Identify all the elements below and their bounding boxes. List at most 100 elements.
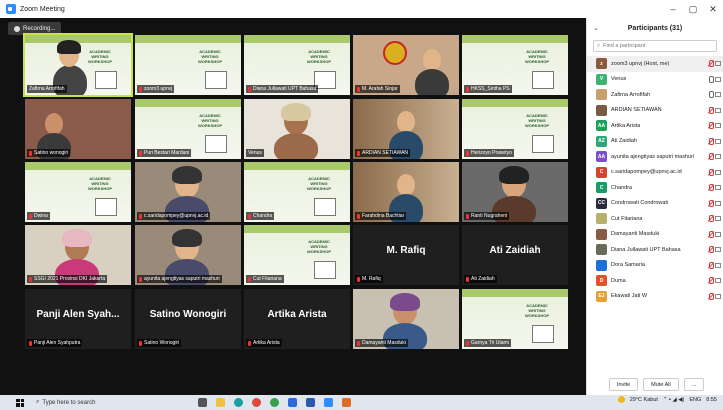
- participant-row[interactable]: z zoom3 upnvj (Host, me): [587, 56, 723, 72]
- participant-name-label: Farahdina Bachtiar: [355, 212, 407, 220]
- file-explorer-icon[interactable]: [216, 398, 225, 407]
- edge-icon[interactable]: [234, 398, 243, 407]
- language-indicator[interactable]: ENG: [689, 397, 701, 403]
- video-tile[interactable]: SSGI 2021 Provinsi DKI Jakarta: [25, 225, 131, 285]
- video-tile[interactable]: ARDIAN SETIAWAN: [353, 99, 459, 159]
- participant-row[interactable]: C Chandra: [587, 180, 723, 196]
- recording-indicator[interactable]: Recording...: [8, 22, 62, 35]
- participant-row[interactable]: Diana Jullawati UPT Bahasa: [587, 242, 723, 258]
- participant-name-label: Herizoyo Prasetyo: [464, 149, 514, 157]
- muted-mic-icon[interactable]: [708, 199, 714, 207]
- recording-icon: [14, 25, 20, 32]
- video-tile[interactable]: Satino Wonogiri Satino Wonogiri: [135, 289, 241, 349]
- chrome-icon-2[interactable]: [270, 398, 279, 407]
- muted-mic-icon[interactable]: [708, 122, 714, 129]
- taskbar-search[interactable]: ⌕ Type here to search: [36, 397, 176, 408]
- mic-icon[interactable]: [708, 91, 714, 98]
- video-tile[interactable]: Ranti Nugraheni: [462, 162, 568, 222]
- video-tile[interactable]: Venus: [244, 99, 350, 159]
- participant-row[interactable]: EJ Ekawati Jati W: [587, 289, 723, 305]
- minimize-button[interactable]: –: [663, 0, 683, 18]
- participant-row[interactable]: AA ayunita ajengtiyas saputri mashuri: [587, 149, 723, 165]
- participant-status-icons: [708, 60, 721, 67]
- muted-mic-icon: [248, 340, 251, 346]
- video-tile[interactable]: Damayanti Masduki: [353, 289, 459, 349]
- task-view-icon[interactable]: [198, 398, 207, 407]
- participant-row[interactable]: Zafirna Arrofifah: [587, 87, 723, 103]
- muted-mic-icon[interactable]: [708, 168, 714, 176]
- participant-name: Condrowati Condrowati: [611, 200, 669, 207]
- muted-mic-icon[interactable]: [708, 184, 714, 191]
- participant-row[interactable]: Cut Fitariana: [587, 211, 723, 227]
- muted-mic-icon[interactable]: [708, 261, 714, 269]
- participant-name-label: Chandra: [246, 212, 275, 220]
- avatar: V: [596, 73, 607, 85]
- participant-row[interactable]: ARDIAN SETIAWAN: [587, 103, 723, 119]
- video-tile[interactable]: Panji Alen Syah... Panji Alen Syahputra: [25, 289, 131, 349]
- video-tile[interactable]: Farahdina Bachtiar: [353, 162, 459, 222]
- video-tile[interactable]: Satino wonogiri: [25, 99, 131, 159]
- participant-row[interactable]: V Venus: [587, 72, 723, 88]
- video-tile[interactable]: Ati Zaidiah Ati Zaidiah: [462, 225, 568, 285]
- video-tile[interactable]: ACADEMIC WRITING WORKSHOP Chandra: [244, 162, 350, 222]
- muted-mic-icon[interactable]: [708, 292, 714, 300]
- weather-text[interactable]: 29°C Kabut: [630, 397, 658, 403]
- zoom-icon[interactable]: [324, 398, 333, 407]
- muted-mic-icon[interactable]: [708, 215, 714, 222]
- zoom-logo-icon: [6, 4, 16, 14]
- mic-icon[interactable]: [708, 75, 714, 83]
- muted-mic-icon[interactable]: [708, 137, 714, 145]
- participant-row[interactable]: Damayanti Masduki: [587, 227, 723, 243]
- participant-name-label: Puri Bestari Mardani: [137, 149, 192, 157]
- word-icon[interactable]: [306, 398, 315, 407]
- search-icon: ⌕: [36, 399, 40, 405]
- muted-mic-icon: [29, 276, 32, 282]
- video-tile[interactable]: ACADEMIC WRITING WORKSHOP Zafirna Arrofifah: [23, 33, 133, 97]
- participant-name-label: Cut Fitariana: [246, 275, 284, 283]
- video-tile[interactable]: ACADEMIC WRITING WORKSHOP Puri Bestari Mard…: [135, 99, 241, 159]
- video-tile[interactable]: ayunita ajengtiyas saputri mashuri: [135, 225, 241, 285]
- participant-name-label: Ranti Nugraheni: [464, 212, 510, 220]
- video-tile[interactable]: c.saridapompey@upnvj.ac.id: [135, 162, 241, 222]
- muted-mic-icon[interactable]: [708, 60, 714, 67]
- slide-title: ACADEMIC WRITING WORKSHOP: [525, 303, 549, 318]
- muted-mic-icon[interactable]: [708, 106, 714, 114]
- video-tile[interactable]: ACADEMIC WRITING WORKSHOP HKSS_Sintha PS: [462, 35, 568, 95]
- video-tile[interactable]: M. Arafah Sinjar: [353, 35, 459, 95]
- clock[interactable]: 8:55: [706, 397, 717, 403]
- invite-button[interactable]: Invite: [609, 378, 639, 391]
- powerpoint-icon[interactable]: [342, 398, 351, 407]
- participant-row[interactable]: CC Condrowati Condrowati: [587, 196, 723, 212]
- avatar: [596, 244, 607, 256]
- windows-start-icon[interactable]: [16, 398, 24, 407]
- participant-status-icons: [708, 137, 721, 145]
- muted-mic-icon[interactable]: [708, 153, 714, 160]
- participant-row[interactable]: AZ Ati Zaidiah: [587, 134, 723, 150]
- maximize-button[interactable]: ▢: [683, 0, 703, 18]
- muted-mic-icon[interactable]: [708, 246, 714, 253]
- video-tile[interactable]: ACADEMIC WRITING WORKSHOP Dwina: [25, 162, 131, 222]
- participant-row[interactable]: Dora Samaria: [587, 258, 723, 274]
- chrome-icon[interactable]: [252, 398, 261, 407]
- participant-row[interactable]: AA Artika Arista: [587, 118, 723, 134]
- video-tile[interactable]: ACADEMIC WRITING WORKSHOP Diana Jullawati U…: [244, 35, 350, 95]
- close-button[interactable]: ✕: [703, 0, 723, 18]
- chevron-down-icon[interactable]: ⌄: [593, 24, 599, 32]
- mute-all-button[interactable]: Mute All: [643, 378, 679, 391]
- muted-mic-icon[interactable]: [708, 277, 714, 284]
- participant-search-input[interactable]: [603, 43, 704, 49]
- video-tile[interactable]: Artika Arista Artika Arista: [244, 289, 350, 349]
- participant-row[interactable]: D Duma: [587, 273, 723, 289]
- more-button[interactable]: ...: [683, 378, 705, 391]
- video-tile[interactable]: M. Rafiq M. Rafiq: [353, 225, 459, 285]
- tray-icons[interactable]: ⌃ ▪ ◢ ◀): [663, 397, 684, 403]
- video-tile[interactable]: ACADEMIC WRITING WORKSHOP Cut Fitariana: [244, 225, 350, 285]
- muted-mic-icon[interactable]: [708, 230, 714, 238]
- participant-search[interactable]: ⌕: [593, 40, 717, 52]
- video-tile[interactable]: ACADEMIC WRITING WORKSHOP Herizoyo Prasetyo: [462, 99, 568, 159]
- mail-icon[interactable]: [288, 398, 297, 407]
- participant-row[interactable]: Cc.saridapompey@upnvj.ac.id: [587, 165, 723, 181]
- video-tile[interactable]: ACADEMIC WRITING WORKSHOP Garnya Tri Utami: [462, 289, 568, 349]
- participant-status-icons: [708, 215, 721, 222]
- video-tile[interactable]: ACADEMIC WRITING WORKSHOP zoom3 upnvj: [135, 35, 241, 95]
